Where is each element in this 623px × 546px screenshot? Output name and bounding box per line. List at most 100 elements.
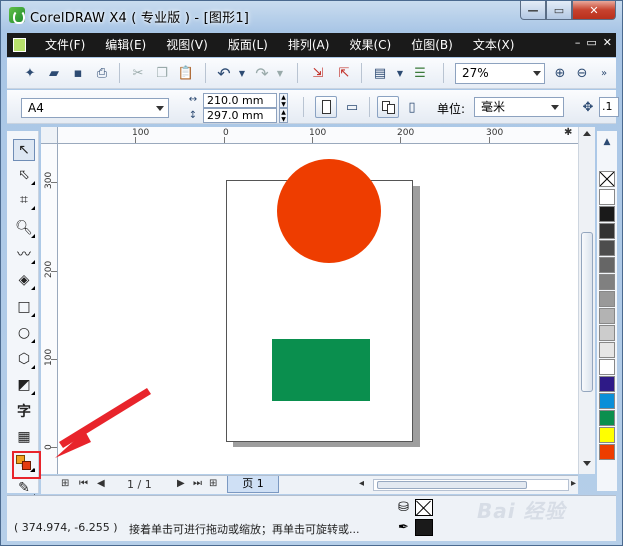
maximize-button[interactable]: ▭ — [546, 1, 572, 20]
menu-layout[interactable]: 版面(L) — [228, 33, 268, 57]
scroll-right-icon[interactable]: ▸ — [571, 478, 576, 489]
all-pages-button[interactable] — [377, 96, 399, 118]
no-color-swatch[interactable] — [599, 171, 615, 187]
zoom-out-icon[interactable]: ⊖ — [573, 64, 591, 82]
palette-swatch[interactable] — [599, 410, 615, 426]
height-spinner[interactable]: ▲ ▼ — [279, 108, 288, 123]
palette-swatch[interactable] — [599, 206, 615, 222]
palette-swatch[interactable] — [599, 444, 615, 460]
ellipse-shape[interactable] — [277, 159, 381, 263]
fill-color-indicator[interactable] — [415, 499, 433, 516]
page-height-field[interactable]: 297.0 mm — [203, 108, 277, 123]
close-button[interactable]: ✕ — [572, 1, 616, 20]
copy-icon[interactable]: ❐ — [153, 64, 171, 82]
ellipse-tool-icon[interactable]: ○ — [13, 322, 35, 344]
redo-icon[interactable]: ↷ — [253, 64, 271, 83]
page-width-field[interactable]: 210.0 mm — [203, 93, 277, 108]
vertical-ruler[interactable]: 300 200 100 0 — [41, 144, 58, 474]
new-icon[interactable]: ✦ — [21, 64, 39, 82]
palette-swatch[interactable] — [599, 291, 615, 307]
zoom-tool-icon[interactable]: 🔍︎ — [13, 217, 35, 239]
rectangle-tool-icon[interactable]: □ — [13, 296, 35, 318]
doc-close-button[interactable]: ✕ — [603, 36, 612, 49]
freehand-tool-icon[interactable]: 〰 — [13, 243, 35, 265]
palette-swatch[interactable] — [599, 342, 615, 358]
nudge-distance-field[interactable]: .1 — [599, 97, 619, 117]
menu-view[interactable]: 视图(V) — [166, 33, 208, 57]
pick-tool-icon[interactable]: ↖ — [13, 139, 35, 161]
rectangle-shape[interactable] — [272, 339, 370, 401]
palette-swatch[interactable] — [599, 189, 615, 205]
scroll-left-icon[interactable]: ◂ — [359, 478, 364, 489]
import-icon[interactable]: ⇲ — [309, 64, 327, 82]
polygon-tool-icon[interactable]: ⬡ — [13, 348, 35, 370]
drawing-canvas[interactable] — [58, 144, 578, 474]
portrait-button[interactable] — [315, 96, 337, 118]
palette-swatch[interactable] — [599, 325, 615, 341]
menu-arrange[interactable]: 排列(A) — [288, 33, 330, 57]
table-tool-icon[interactable]: ▦ — [13, 426, 35, 448]
scroll-up-icon[interactable] — [583, 131, 591, 136]
menu-effects[interactable]: 效果(C) — [349, 33, 391, 57]
export-icon[interactable]: ⇱ — [335, 64, 353, 82]
add-page-after-icon[interactable]: ⊞ — [209, 478, 217, 489]
redo-dropdown-icon[interactable]: ▼ — [271, 64, 289, 82]
menu-file[interactable]: 文件(F) — [45, 33, 85, 57]
last-page-icon[interactable]: ⏭ — [193, 478, 202, 489]
scroll-down-icon[interactable] — [583, 461, 591, 466]
ruler-origin[interactable] — [41, 127, 58, 144]
crop-tool-icon[interactable]: ⌗ — [13, 189, 35, 211]
app-launcher-icon[interactable]: ▤ — [371, 64, 389, 82]
paste-icon[interactable]: 📋 — [177, 64, 195, 82]
print-icon[interactable]: ⎙ — [93, 64, 111, 82]
palette-swatch[interactable] — [599, 240, 615, 256]
menu-text[interactable]: 文本(X) — [473, 33, 515, 57]
cut-icon[interactable]: ✂ — [129, 64, 147, 82]
palette-swatch[interactable] — [599, 223, 615, 239]
page-tab-1[interactable]: 页 1 — [227, 476, 279, 493]
first-page-icon[interactable]: ⏮ — [79, 478, 88, 489]
smart-fill-tool-icon[interactable]: ◈ — [13, 269, 35, 291]
horizontal-scrollbar[interactable] — [373, 479, 569, 491]
coreldraw-logo-icon — [9, 7, 25, 24]
previous-page-icon[interactable]: ◀ — [97, 478, 105, 489]
horizontal-ruler[interactable]: 100 0 100 200 300 ✱ — [58, 127, 578, 144]
next-page-icon[interactable]: ▶ — [177, 478, 185, 489]
unit-select[interactable]: 毫米 — [474, 97, 564, 117]
zoom-level-select[interactable]: 27% — [455, 63, 545, 84]
basic-shapes-tool-icon[interactable]: ◩ — [13, 374, 35, 396]
app-launcher-dropdown-icon[interactable]: ▼ — [391, 64, 409, 82]
text-tool-icon[interactable]: 字 — [13, 400, 35, 422]
menu-edit[interactable]: 编辑(E) — [105, 33, 146, 57]
menu-bitmaps[interactable]: 位图(B) — [411, 33, 453, 57]
doc-minimize-button[interactable]: – — [575, 36, 581, 49]
palette-swatch[interactable] — [599, 257, 615, 273]
palette-swatch[interactable] — [599, 393, 615, 409]
landscape-icon[interactable]: ▭ — [343, 98, 361, 116]
document-icon[interactable] — [13, 38, 26, 52]
palette-swatch[interactable] — [599, 274, 615, 290]
page-size-select[interactable]: A4 — [21, 98, 169, 118]
minimize-button[interactable]: — — [520, 1, 546, 20]
shape-tool-icon[interactable]: ⬁ — [13, 164, 35, 186]
welcome-icon[interactable]: ☰ — [411, 64, 429, 82]
more-options-icon[interactable]: » — [595, 64, 613, 82]
add-page-icon[interactable]: ⊞ — [61, 478, 69, 489]
save-icon[interactable]: ▪ — [69, 64, 87, 82]
palette-swatch[interactable] — [599, 376, 615, 392]
palette-swatch[interactable] — [599, 427, 615, 443]
palette-swatch[interactable] — [599, 359, 615, 375]
scroll-thumb[interactable] — [377, 481, 527, 489]
vertical-scrollbar[interactable] — [578, 127, 595, 474]
palette-swatch[interactable] — [599, 308, 615, 324]
zoom-in-icon[interactable]: ⊕ — [551, 64, 569, 82]
doc-restore-button[interactable]: ▭ — [586, 36, 596, 49]
scroll-thumb[interactable] — [581, 232, 593, 392]
width-spinner[interactable]: ▲ ▼ — [279, 93, 288, 108]
undo-dropdown-icon[interactable]: ▼ — [233, 64, 251, 82]
palette-scroll-up-icon[interactable]: ▲ — [598, 133, 616, 151]
open-icon[interactable]: ▰ — [45, 64, 63, 82]
current-page-icon[interactable]: ▯ — [403, 98, 421, 116]
outline-color-indicator[interactable] — [415, 519, 433, 536]
undo-icon[interactable]: ↶ — [215, 64, 233, 83]
